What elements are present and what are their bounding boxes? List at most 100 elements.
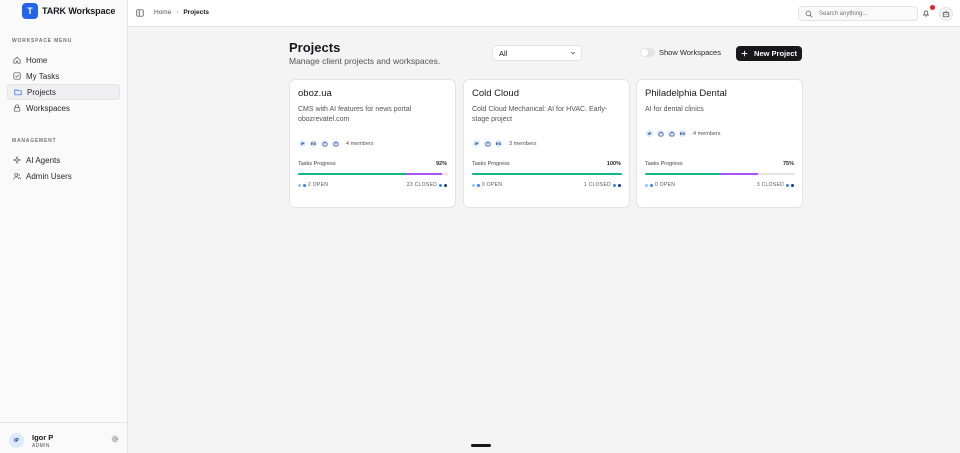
status-dot [303,183,306,187]
member-avatars: IP ES 4 members [298,139,374,148]
closed-label: 3 CLOSED [756,182,784,188]
avatar-bot-icon [667,129,676,138]
sidebar-item-workspaces[interactable]: Workspaces [7,100,120,116]
member-count: 4 members [346,140,374,147]
status-dot [439,183,442,187]
sidebar: T TARK Workspace WORKSPACE MENU Home My … [0,0,128,453]
plus-icon [741,50,748,57]
search-input[interactable]: Search anything... [798,6,918,21]
status-dot [645,183,648,187]
workspace-menu-label: WORKSPACE MENU [12,38,72,44]
home-indicator [471,444,491,447]
progress-done-segment [472,173,622,175]
workspace-nav: Home My Tasks Projects Workspaces [7,52,120,116]
sparkle-icon [13,156,21,164]
sidebar-item-projects[interactable]: Projects [7,84,120,100]
toggle-label: Show Workspaces [659,48,721,57]
member-count: 4 members [693,130,721,137]
user-profile[interactable]: IP Igor P ADMIN [0,422,128,453]
lock-icon [13,104,21,112]
progress-percent: 75% [782,161,794,167]
bot-icon [942,10,950,18]
status-dot [650,183,653,187]
project-filter-select[interactable]: All [492,45,582,61]
brand[interactable]: T TARK Workspace [22,3,115,19]
page-subtitle: Manage client projects and workspaces. [289,56,441,66]
sidebar-item-admin-users[interactable]: Admin Users [7,168,120,184]
project-description: CMS with AI features for news portal obo… [298,106,412,123]
search-icon [805,10,813,17]
home-icon [13,56,21,64]
sidebar-item-label: Workspaces [26,103,70,113]
user-role: ADMIN [32,443,50,449]
open-count: 2 OPEN [298,182,328,188]
open-label: 0 OPEN [655,182,676,188]
chevron-right-icon: › [176,9,179,16]
new-project-button[interactable]: New Project [736,46,802,61]
sidebar-item-label: Projects [27,87,56,97]
sidebar-item-label: Home [26,55,48,65]
progress-label: Tasks Progress [298,161,336,167]
progress-review-segment [720,173,758,175]
breadcrumb-current: Projects [183,9,209,16]
open-label: 0 OPEN [482,182,503,188]
project-title: oboz.ua [298,88,332,99]
status-dot [613,183,616,187]
project-title: Cold Cloud [472,88,519,99]
sidebar-item-home[interactable]: Home [7,52,120,68]
progress-percent: 92% [435,161,447,167]
progress-bar [645,173,795,175]
sidebar-item-ai-agents[interactable]: AI Agents [7,152,120,168]
brand-name: TARK Workspace [42,6,116,16]
project-card-oboz-ua[interactable]: oboz.ua CMS with AI features for news po… [289,79,456,208]
project-description: Cold Cloud Mechanical: AI for HVAC. Earl… [472,106,608,123]
sidebar-item-my-tasks[interactable]: My Tasks [7,68,120,84]
toggle-knob [641,49,648,56]
topbar: Home › Projects Search anything... [128,0,960,27]
status-dot [472,183,475,187]
progress-bar [298,173,448,175]
status-dot [618,183,621,187]
management-nav: AI Agents Admin Users [7,152,120,184]
status-dot [791,183,794,187]
open-count: 0 OPEN [645,182,675,188]
gear-icon[interactable] [111,435,119,443]
bell-icon[interactable] [922,9,930,17]
open-count: 0 OPEN [472,182,502,188]
show-workspaces-toggle[interactable]: Show Workspaces [640,48,721,57]
status-dot [477,183,480,187]
project-card-cold-cloud[interactable]: Cold Cloud Cold Cloud Mechanical: AI for… [463,79,630,208]
closed-label: 23 CLOSED [406,182,437,188]
member-avatars: IP ES 3 members [472,139,537,148]
project-title: Philadelphia Dental [645,88,727,99]
breadcrumb-home[interactable]: Home [154,9,171,16]
sidebar-item-label: AI Agents [26,155,61,165]
sidebar-toggle-icon[interactable] [136,9,144,17]
avatar-bot-icon [331,139,340,148]
member-avatars: IP ES 4 members [645,129,721,138]
project-card-philadelphia-dental[interactable]: Philadelphia Dental AI for dental clinic… [636,79,803,208]
closed-count: 1 CLOSED [584,182,621,188]
status-dot [444,183,447,187]
search-placeholder: Search anything... [819,10,868,17]
status-dot [298,183,301,187]
progress-review-segment [406,173,442,175]
member-count: 3 members [509,140,537,147]
closed-label: 1 CLOSED [583,182,611,188]
toggle-switch[interactable] [640,48,655,57]
avatar: IP [645,129,654,138]
avatar: ES [494,139,503,148]
progress-label: Tasks Progress [472,161,510,167]
avatar-bot-icon [320,139,329,148]
avatar-bot-icon [483,139,492,148]
assistant-button[interactable] [939,7,953,21]
chevron-down-icon [570,51,576,55]
closed-count: 3 CLOSED [757,182,794,188]
sidebar-item-label: Admin Users [26,171,72,181]
progress-bar [472,173,622,175]
management-label: MANAGEMENT [12,138,57,144]
avatar-bot-icon [656,129,665,138]
avatar: IP [472,139,481,148]
checkbox-icon [13,72,21,80]
user-name: Igor P [32,433,54,442]
